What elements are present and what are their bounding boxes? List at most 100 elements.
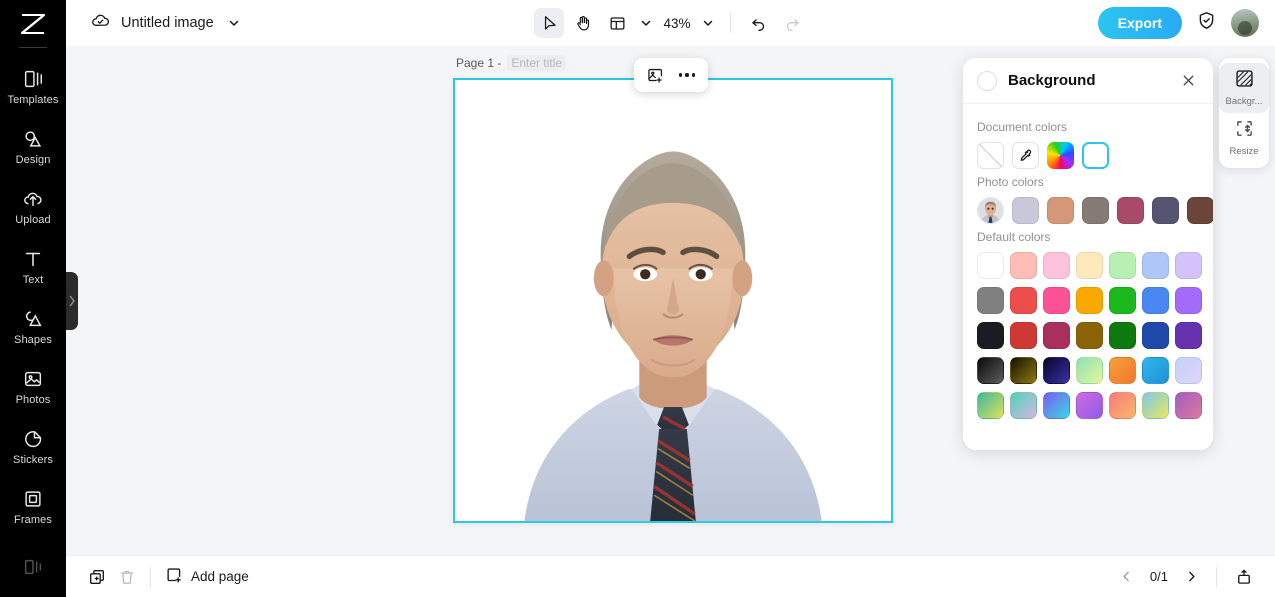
default-color-3-3[interactable] [1043, 322, 1070, 349]
present-button[interactable] [1229, 562, 1259, 592]
default-color-3-1[interactable] [977, 322, 1004, 349]
default-color-5-5[interactable] [1109, 392, 1136, 419]
default-color-2-5[interactable] [1109, 287, 1136, 314]
app-logo-icon[interactable] [12, 8, 54, 41]
sidebar-item-label: Shapes [14, 334, 52, 346]
duplicate-page-button[interactable] [82, 562, 112, 592]
portrait-photo[interactable] [455, 80, 891, 521]
default-color-2-2[interactable] [1010, 287, 1037, 314]
default-color-3-4[interactable] [1076, 322, 1103, 349]
photo-thumbnail-swatch[interactable] [977, 197, 1004, 224]
ellipsis-icon [678, 73, 696, 77]
default-color-1-7[interactable] [1175, 252, 1202, 279]
add-page-icon [165, 566, 183, 587]
upload-cloud-icon [21, 187, 45, 211]
default-color-1-5[interactable] [1109, 252, 1136, 279]
sidebar-item-text[interactable]: Text [0, 236, 66, 296]
sidebar-item-upload[interactable]: Upload [0, 176, 66, 236]
center-tools: 43% [66, 8, 1275, 38]
select-tool[interactable] [534, 8, 564, 38]
default-color-4-1[interactable] [977, 357, 1004, 384]
color-wheel-swatch[interactable] [1047, 142, 1074, 169]
default-color-4-5[interactable] [1109, 357, 1136, 384]
photo-color-1[interactable] [1012, 197, 1039, 224]
add-page-label: Add page [191, 569, 249, 584]
cloud-check-icon[interactable] [90, 10, 111, 36]
sidebar-item-templates[interactable]: Templates [0, 56, 66, 116]
eyedropper-swatch[interactable] [1012, 142, 1039, 169]
sidebar-item-shapes[interactable]: Shapes [0, 296, 66, 356]
default-color-2-6[interactable] [1142, 287, 1169, 314]
shield-check-icon[interactable] [1196, 10, 1217, 36]
default-color-1-4[interactable] [1076, 252, 1103, 279]
chevron-down-icon[interactable] [224, 10, 244, 36]
default-color-5-7[interactable] [1175, 392, 1202, 419]
canvas-page[interactable] [453, 78, 893, 523]
default-color-5-6[interactable] [1142, 392, 1169, 419]
page-counter: 0/1 [1149, 569, 1168, 584]
sidebar-collapse-handle[interactable] [66, 272, 78, 330]
hand-tool[interactable] [568, 8, 598, 38]
default-color-2-4[interactable] [1076, 287, 1103, 314]
photo-color-5[interactable] [1152, 197, 1179, 224]
default-color-4-3[interactable] [1043, 357, 1070, 384]
default-color-4-4[interactable] [1076, 357, 1103, 384]
sidebar-item-photos[interactable]: Photos [0, 357, 66, 417]
current-color-circle[interactable] [977, 70, 997, 91]
photo-color-3[interactable] [1082, 197, 1109, 224]
default-color-3-6[interactable] [1142, 322, 1169, 349]
bottom-divider [150, 566, 151, 587]
default-color-1-6[interactable] [1142, 252, 1169, 279]
tab-label: Backgr... [1225, 96, 1263, 107]
add-page-button[interactable]: Add page [159, 566, 255, 587]
transparent-swatch[interactable] [977, 142, 1004, 169]
undo-button[interactable] [743, 8, 773, 38]
default-color-5-2[interactable] [1010, 392, 1037, 419]
photo-color-4[interactable] [1117, 197, 1144, 224]
sidebar-item-frames[interactable]: Frames [0, 477, 66, 537]
default-color-4-7[interactable] [1175, 357, 1202, 384]
page-title-input[interactable]: Enter title [507, 55, 567, 71]
white-swatch[interactable] [1082, 142, 1109, 169]
export-button[interactable]: Export [1097, 7, 1182, 39]
default-color-2-3[interactable] [1043, 287, 1070, 314]
zoom-chevron-down-icon[interactable] [698, 10, 718, 36]
redo-button[interactable] [777, 8, 807, 38]
image-plus-icon[interactable] [640, 61, 670, 89]
default-color-2-1[interactable] [977, 287, 1004, 314]
default-color-4-6[interactable] [1142, 357, 1169, 384]
default-color-1-2[interactable] [1010, 252, 1037, 279]
image-more-menu[interactable] [672, 61, 702, 89]
document-title[interactable]: Untitled image [121, 15, 214, 31]
default-color-1-3[interactable] [1043, 252, 1070, 279]
default-color-3-7[interactable] [1175, 322, 1202, 349]
tab-resize[interactable]: Resize [1219, 113, 1269, 163]
default-color-2-7[interactable] [1175, 287, 1202, 314]
panel-tabs: Backgr... Resize [1219, 58, 1269, 168]
layout-tool[interactable] [602, 8, 632, 38]
user-avatar[interactable] [1231, 9, 1259, 37]
prev-page-button[interactable] [1114, 564, 1140, 590]
tab-background[interactable]: Backgr... [1219, 63, 1269, 113]
sidebar-item-stickers[interactable]: Stickers [0, 417, 66, 477]
zoom-level[interactable]: 43% [660, 16, 694, 31]
photo-color-2[interactable] [1047, 197, 1074, 224]
default-color-3-5[interactable] [1109, 322, 1136, 349]
sidebar-item-more[interactable] [0, 537, 66, 597]
photo-color-6[interactable] [1187, 197, 1213, 224]
layout-chevron-down-icon[interactable] [636, 10, 656, 36]
default-color-5-3[interactable] [1043, 392, 1070, 419]
default-color-1-1[interactable] [977, 252, 1004, 279]
app-root: Templates Design Upload Text Shapes Phot… [0, 0, 1275, 597]
sidebar-item-label: Text [22, 273, 44, 286]
default-color-4-2[interactable] [1010, 357, 1037, 384]
default-color-5-1[interactable] [977, 392, 1004, 419]
sidebar-item-design[interactable]: Design [0, 116, 66, 176]
next-page-button[interactable] [1178, 564, 1204, 590]
close-x-icon[interactable] [1177, 70, 1199, 92]
design-icon [21, 127, 45, 151]
default-color-3-2[interactable] [1010, 322, 1037, 349]
default-color-5-4[interactable] [1076, 392, 1103, 419]
sidebar-item-label: Photos [15, 394, 51, 407]
canvas-page-wrapper[interactable] [453, 78, 893, 523]
